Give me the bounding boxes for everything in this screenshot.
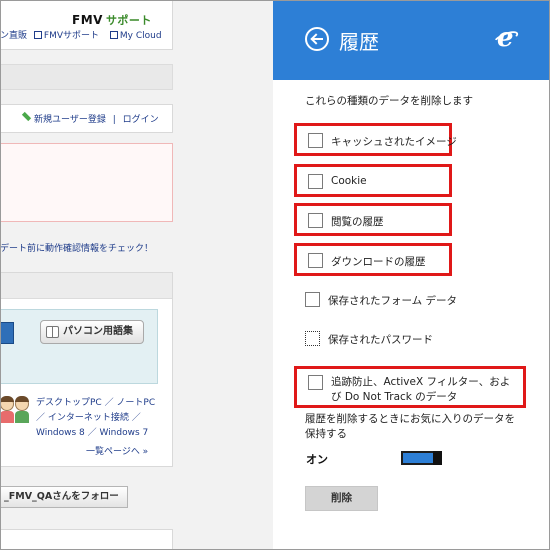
alert-box — [0, 143, 173, 222]
category-line[interactable]: ／ インターネット接続 ／ — [36, 411, 155, 426]
separator: | — [112, 115, 116, 125]
pc-info-panel: パソコン用語集 — [0, 309, 158, 384]
login-link[interactable]: ログイン — [123, 115, 159, 125]
option-label: キャッシュされたイメージ — [331, 136, 457, 148]
option-form-data[interactable]: 保存されたフォーム データ — [294, 284, 457, 317]
option-cached-images[interactable]: キャッシュされたイメージ — [294, 123, 457, 156]
header-card: FMV サポート ン直販 FMVサポート My Cloud — [0, 0, 173, 50]
intro-text: これらの種類のデータを削除します — [305, 95, 473, 107]
category-line[interactable]: Windows 8 ／ Windows 7 — [36, 426, 155, 441]
category-links: デスクトップPC ／ ノートPC ／ インターネット接続 ／ Windows 8… — [36, 396, 155, 441]
more-link[interactable]: 一覧ページへ » — [86, 444, 148, 457]
book-icon — [46, 326, 59, 338]
register-link[interactable]: 新規ユーザー登録 — [21, 111, 106, 125]
checkbox[interactable] — [305, 331, 320, 346]
option-tracking-protection[interactable]: 追跡防止、ActiveX フィルター、およ び Do Not Track のデー… — [294, 366, 526, 408]
nav-stripe — [0, 64, 173, 90]
back-arrow-icon[interactable] — [305, 27, 329, 51]
option-passwords[interactable]: 保存されたパスワード — [294, 323, 452, 356]
child-body — [15, 411, 29, 423]
pencil-icon — [21, 111, 32, 122]
category-line[interactable]: デスクトップPC ／ ノートPC — [36, 396, 155, 411]
option-label: 保存されたフォーム データ — [328, 295, 458, 307]
option-label: 保存されたパスワード — [328, 334, 433, 346]
checkbox[interactable] — [308, 375, 323, 390]
child-head — [15, 396, 29, 411]
option-label-line1: 追跡防止、ActiveX フィルター、およ — [331, 376, 511, 388]
favorites-note: 履歴を削除するときにお気に入りのデータを保持する — [305, 413, 515, 440]
children-illustration — [0, 393, 30, 425]
link-fmv-support[interactable]: FMVサポート — [33, 31, 103, 41]
ie-logo-icon: e — [492, 23, 520, 53]
toggle-thumb[interactable] — [433, 451, 442, 465]
option-label: ダウンロードの履歴 — [331, 256, 426, 268]
toggle-state-label: オン — [306, 453, 328, 466]
follow-button[interactable]: _FMV_QAさんをフォロー — [0, 486, 128, 508]
checkbox[interactable] — [308, 133, 323, 148]
option-label: 閲覧の履歴 — [331, 216, 384, 228]
notice-link[interactable]: デート前に動作確認情報をチェック！ — [0, 241, 153, 254]
option-label: Cookie — [331, 175, 367, 187]
blue-tab-button[interactable] — [0, 322, 14, 344]
delete-button[interactable]: 削除 — [305, 486, 378, 511]
option-download-history[interactable]: ダウンロードの履歴 — [294, 243, 452, 276]
option-label-line2: び Do Not Track のデータ — [331, 391, 458, 403]
link-square-icon — [33, 31, 42, 39]
pc-info-header — [0, 273, 172, 299]
option-browsing-history[interactable]: 閲覧の履歴 — [294, 203, 452, 236]
pane-title: 履歴 — [339, 30, 379, 54]
link-direct-sales[interactable]: ン直販 — [0, 31, 27, 41]
pane-header: 履歴 e — [273, 0, 550, 80]
checkbox[interactable] — [308, 174, 323, 189]
checkbox[interactable] — [305, 292, 320, 307]
checkbox[interactable] — [308, 213, 323, 228]
dictionary-button[interactable]: パソコン用語集 — [40, 320, 144, 344]
top-links: ン直販 FMVサポート My Cloud — [0, 28, 170, 41]
link-square-icon — [109, 31, 118, 39]
user-links: 新規ユーザー登録 | ログイン — [21, 111, 159, 125]
link-my-cloud[interactable]: My Cloud — [109, 31, 166, 41]
fmv-support-logo[interactable]: FMV サポート — [72, 12, 152, 28]
history-settings-pane: 履歴 e これらの種類のデータを削除します キャッシュされたイメージ Cooki… — [273, 0, 550, 550]
checkbox[interactable] — [308, 253, 323, 268]
background-webpage: FMV サポート ン直販 FMVサポート My Cloud 新規ユーザー登録 | … — [0, 0, 273, 550]
pc-info-card: パソコン用語集 デスクトップPC ／ ノートPC ／ インターネット接続 ／ W… — [0, 272, 173, 467]
child-body — [0, 411, 14, 423]
bottom-card — [0, 529, 173, 550]
child-head — [0, 396, 14, 411]
option-cookie[interactable]: Cookie — [294, 164, 452, 197]
keep-favorites-toggle[interactable] — [401, 451, 442, 465]
